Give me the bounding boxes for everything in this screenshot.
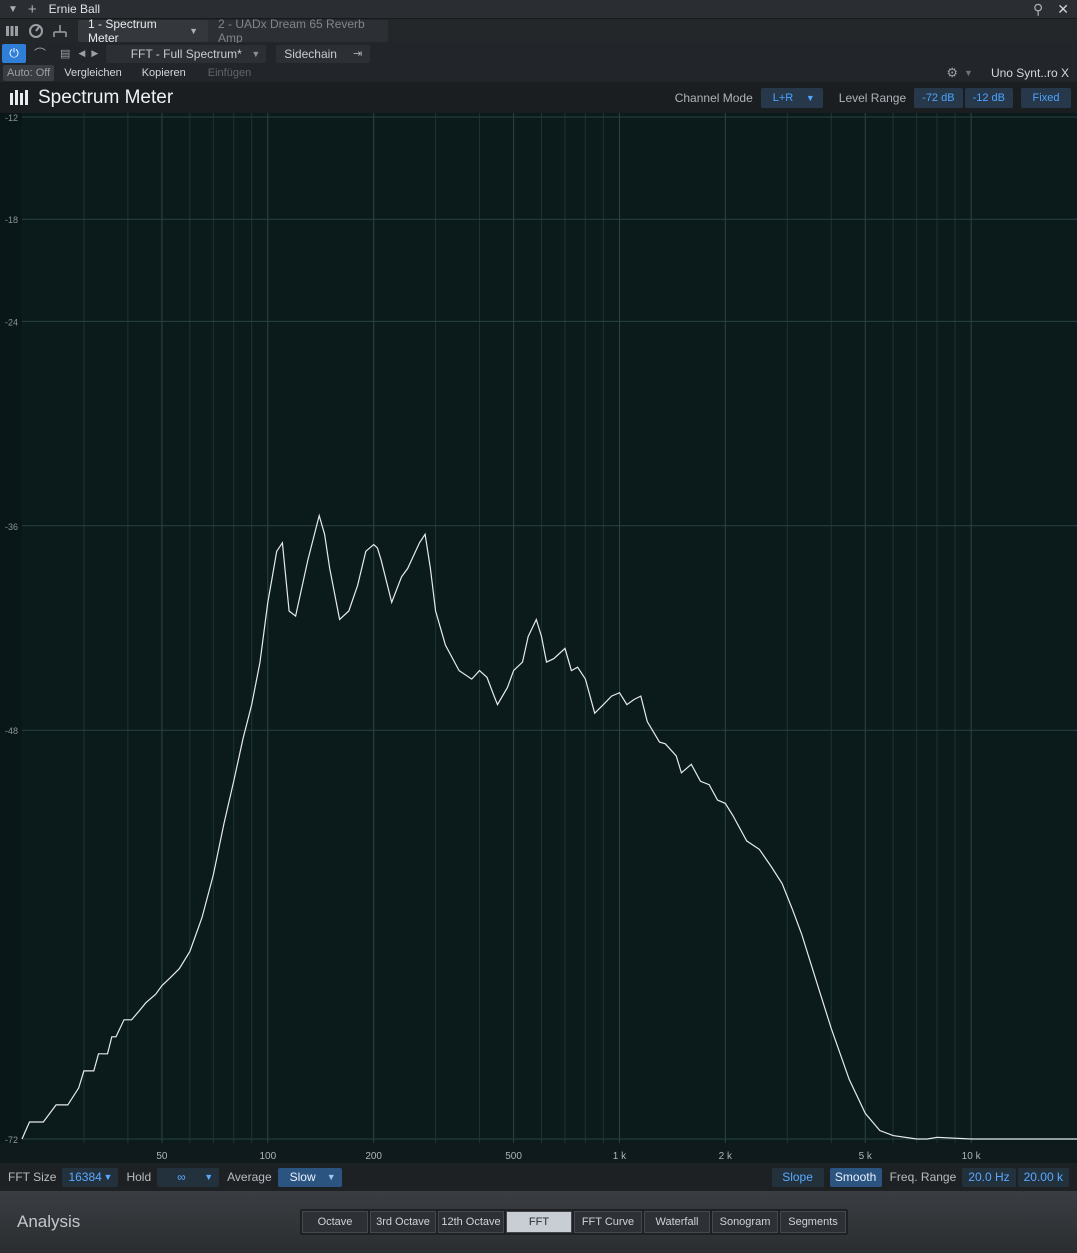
add-icon[interactable]: + (28, 1, 37, 18)
auto-off-button[interactable]: Auto: Off (3, 65, 55, 81)
hold-label: Hold (126, 1170, 152, 1184)
mode-octave-button[interactable]: Octave (302, 1211, 368, 1233)
channel-mode-label: Channel Mode (674, 90, 753, 105)
average-label: Average (227, 1170, 272, 1184)
chevron-down-icon[interactable]: ▼ (189, 26, 198, 36)
fft-size-select[interactable]: 16384 ▼ (62, 1167, 119, 1187)
analysis-controls: FFT Size 16384 ▼ Hold ∞ ▼ Average Slow ▼… (0, 1163, 1077, 1191)
analysis-label: Analysis (17, 1212, 81, 1231)
spectrum-plot[interactable]: -12-18-24-36-48-7250 100 200 500 1 k2 k5 k 10… (0, 113, 1077, 1163)
chevron-down-icon[interactable]: ▼ (964, 68, 973, 78)
paste-button[interactable]: Einfügen (208, 67, 251, 79)
x-tick-label: 50 (156, 1151, 168, 1162)
chevron-down-icon[interactable]: ▼ (806, 93, 815, 103)
tab-spectrum-meter[interactable]: 1 - Spectrum Meter ▼ (78, 17, 208, 45)
channel-strip-icon[interactable] (0, 19, 24, 43)
mode-waterfall-button[interactable]: Waterfall (644, 1211, 710, 1233)
plot-background (22, 113, 1077, 1143)
mode-3rd-octave-button[interactable]: 3rd Octave (370, 1211, 436, 1233)
mode-fft-button[interactable]: FFT (506, 1211, 572, 1233)
fft-size-value: 16384 (68, 1170, 102, 1184)
compare-button[interactable]: Vergleichen (64, 67, 122, 79)
channel-mode-value: L+R (772, 91, 794, 104)
pin-icon[interactable]: ⚲ (1033, 1, 1043, 18)
y-tick-label: -36 (5, 522, 18, 532)
tab-reverb-amp[interactable]: 2 - UADx Dream 65 Reverb Amp (208, 17, 388, 45)
tab-label: 1 - Spectrum Meter (88, 17, 157, 45)
plugin-logo: Spectrum Meter (10, 87, 173, 109)
preset-bar: ⏻ ⌒ ▤ ◀ ▶ FFT - Full Spectrum* ▼ Sidecha… (0, 43, 1077, 64)
preset-prev-icon[interactable]: ◀ (78, 48, 85, 59)
slope-button[interactable]: Slope (771, 1167, 824, 1187)
mode-fft-curve-button[interactable]: FFT Curve (574, 1211, 642, 1233)
device-selector[interactable]: Uno Synt..ro X (991, 66, 1069, 80)
x-tick-label: 100 (259, 1151, 276, 1162)
window-title: Ernie Ball (48, 2, 101, 16)
freq-min-field[interactable]: 20.0 Hz (962, 1167, 1016, 1187)
mode-12th-octave-button[interactable]: 12th Octave (438, 1211, 504, 1233)
automation-bar: Auto: Off Vergleichen Kopieren Einfügen … (0, 64, 1077, 82)
freq-max-field[interactable]: 20.00 k (1017, 1167, 1069, 1187)
mode-sonogram-button[interactable]: Sonogram (712, 1211, 778, 1233)
x-tick-label: 1 k (613, 1151, 627, 1162)
sidechain-input-icon: ⇥ (353, 48, 363, 60)
close-icon[interactable]: ✕ (1057, 1, 1069, 18)
copy-button[interactable]: Kopieren (142, 67, 186, 79)
x-tick-label: 2 k (719, 1151, 733, 1162)
plugin-tab-bar: 1 - Spectrum Meter ▼ 2 - UADx Dream 65 R… (0, 17, 1077, 45)
knob-icon[interactable] (24, 19, 48, 43)
plugin-header: Spectrum Meter Channel Mode L+R ▼ Level … (0, 82, 1077, 113)
preset-name: FFT - Full Spectrum* (130, 46, 242, 61)
x-tick-label: 200 (365, 1151, 382, 1162)
analysis-mode-group: Octave 3rd Octave 12th Octave FFT FFT Cu… (300, 1209, 848, 1235)
plugin-title: Spectrum Meter (38, 86, 174, 108)
bypass-icon[interactable]: ⌒ (34, 45, 46, 62)
x-tick-label: 10 k (962, 1151, 982, 1162)
y-tick-label: -48 (5, 726, 18, 736)
channel-mode-select[interactable]: L+R ▼ (760, 87, 823, 108)
fft-size-label: FFT Size (8, 1170, 57, 1184)
y-tick-label: -24 (5, 317, 18, 327)
average-value: Slow (289, 1170, 316, 1184)
power-icon[interactable]: ⏻ (2, 44, 26, 63)
fixed-button[interactable]: Fixed (1021, 87, 1071, 108)
chevron-down-icon[interactable]: ▼ (251, 49, 260, 59)
chevron-down-icon[interactable]: ▼ (204, 1172, 213, 1182)
collapse-triangle-icon[interactable]: ▼ (8, 4, 18, 15)
y-tick-label: -18 (5, 215, 18, 225)
sidechain-label: Sidechain (284, 46, 337, 61)
level-max-field[interactable]: -12 dB (964, 87, 1013, 108)
x-tick-label: 5 k (859, 1151, 873, 1162)
level-range-label: Level Range (838, 90, 907, 105)
preset-file-icon[interactable]: ▤ (60, 47, 70, 60)
preset-next-icon[interactable]: ▶ (91, 48, 98, 59)
hold-select[interactable]: ∞ ▼ (157, 1167, 220, 1187)
average-select[interactable]: Slow ▼ (277, 1167, 342, 1187)
level-min-field[interactable]: -72 dB (914, 87, 963, 108)
sidechain-button[interactable]: Sidechain ⇥ (276, 44, 371, 63)
gear-icon[interactable]: ⚙ (946, 65, 958, 81)
tab-label: 2 - UADx Dream 65 Reverb Amp (218, 17, 365, 45)
routing-icon[interactable] (48, 19, 72, 43)
spectrum-graph[interactable]: -12 -18 -24 -36 -48 -72 50 100 200 500 1 k2 k5 k 10… (0, 113, 1077, 1163)
hold-value: ∞ (177, 1170, 186, 1184)
freq-range-label: Freq. Range (889, 1170, 957, 1184)
mode-segments-button[interactable]: Segments (780, 1211, 846, 1233)
preset-selector[interactable]: FFT - Full Spectrum* ▼ (106, 44, 267, 63)
chevron-down-icon[interactable]: ▼ (327, 1172, 336, 1182)
y-tick-label: -12 (5, 113, 18, 123)
x-tick-label: 500 (505, 1151, 522, 1162)
presonus-logo-icon (10, 89, 28, 105)
analysis-bar: Analysis Octave 3rd Octave 12th Octave F… (0, 1191, 1077, 1253)
chevron-down-icon[interactable]: ▼ (104, 1172, 113, 1182)
smooth-button[interactable]: Smooth (829, 1167, 882, 1187)
